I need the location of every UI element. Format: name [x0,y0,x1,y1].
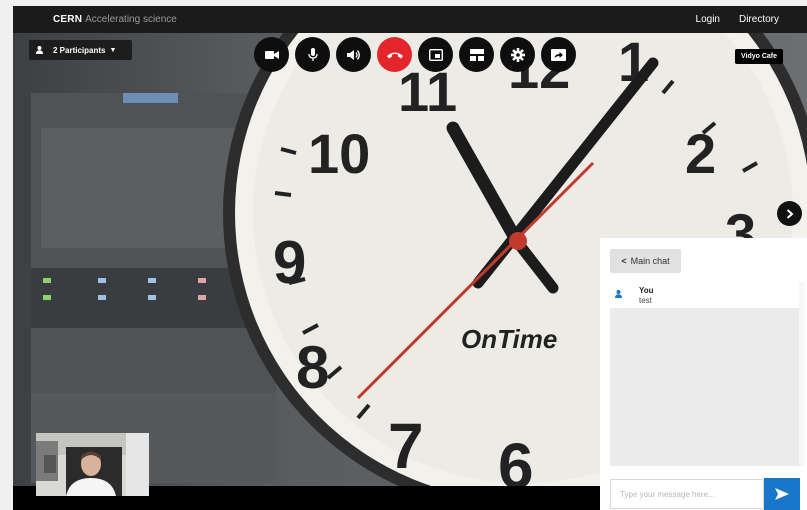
directory-link[interactable]: Directory [739,14,779,25]
svg-text:6: 6 [498,430,534,486]
camera-icon [264,50,279,59]
clock-brand: OnTime [461,324,557,354]
login-link[interactable]: Login [696,14,720,25]
user-icon [36,46,43,54]
chat-message-input[interactable] [610,479,764,509]
top-links: Login Directory [677,14,779,25]
hang-up-icon [386,52,403,58]
microphone-icon [307,47,318,61]
hang-up-button[interactable] [377,37,412,72]
speaker-button[interactable] [336,37,371,72]
gear-icon [510,47,525,62]
video-call-window: CERN Accelerating science Login Directory [13,6,807,510]
message-sender: You [639,286,654,295]
room-name-tag: Vidyo Cafe [735,49,783,64]
share-screen-button[interactable] [541,37,576,72]
svg-text:8: 8 [296,334,329,401]
send-button[interactable] [764,478,800,510]
participants-dropdown[interactable]: 2 Participants ▼ [29,40,132,60]
picture-in-picture-icon [428,48,443,61]
self-view-image [36,433,149,496]
participants-label: 2 Participants [53,45,106,55]
chat-message-list[interactable]: You test [610,282,799,466]
camera-button[interactable] [254,37,289,72]
chat-panel: < Main chat You test [600,238,807,510]
next-page-button[interactable] [777,201,802,226]
chat-message: You test [610,282,799,308]
svg-text:10: 10 [308,122,370,185]
brand[interactable]: CERN Accelerating science [53,14,177,25]
brand-tagline: Accelerating science [85,14,177,25]
layout-icon [469,48,484,61]
chevron-right-icon [786,208,794,219]
svg-text:7: 7 [388,410,424,482]
settings-button[interactable] [500,37,535,72]
brand-name: CERN [53,14,83,25]
chevron-left-icon: < [621,256,627,266]
caret-down-icon: ▼ [109,46,117,54]
svg-text:9: 9 [273,229,306,296]
chat-tab-label: Main chat [630,256,670,266]
layout-button[interactable] [459,37,494,72]
microphone-button[interactable] [295,37,330,72]
pip-button[interactable] [418,37,453,72]
send-arrow-icon [775,488,789,500]
main-chat-tab[interactable]: < Main chat [610,249,681,273]
user-icon [615,290,622,298]
cern-top-bar: CERN Accelerating science Login Directory [13,6,807,33]
svg-text:2: 2 [685,122,716,185]
self-view-video [36,433,149,496]
speaker-icon [346,49,360,60]
share-screen-icon [551,48,566,61]
message-text: test [639,296,652,305]
chat-scrollbar[interactable] [799,282,805,466]
